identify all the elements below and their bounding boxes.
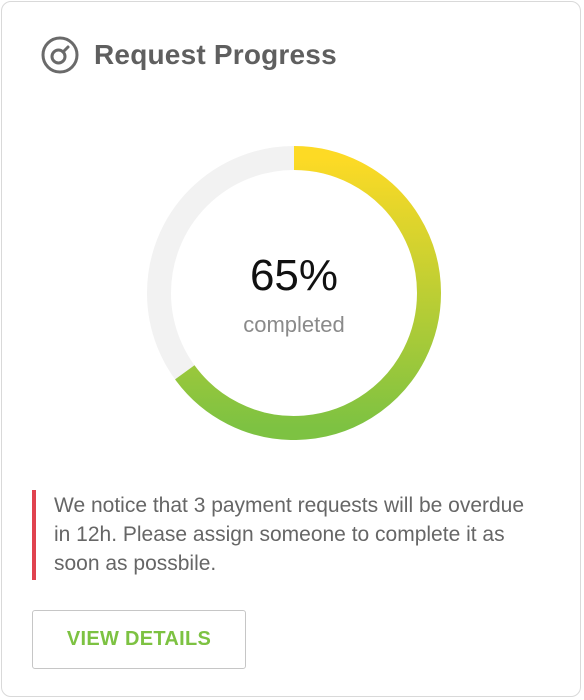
gauge-icon bbox=[41, 36, 79, 74]
view-details-button[interactable]: VIEW DETAILS bbox=[32, 610, 246, 669]
request-progress-card: Request Progress 65% completed We notice… bbox=[1, 1, 581, 697]
notice-text: We notice that 3 payment requests will b… bbox=[54, 494, 525, 575]
progress-caption: completed bbox=[243, 312, 345, 337]
progress-gauge: 65% completed bbox=[147, 146, 441, 440]
card-title: Request Progress bbox=[94, 39, 337, 70]
progress-percentage: 65% bbox=[249, 251, 339, 300]
card-header: Request Progress bbox=[40, 35, 337, 75]
overdue-notice: We notice that 3 payment requests will b… bbox=[32, 490, 532, 580]
